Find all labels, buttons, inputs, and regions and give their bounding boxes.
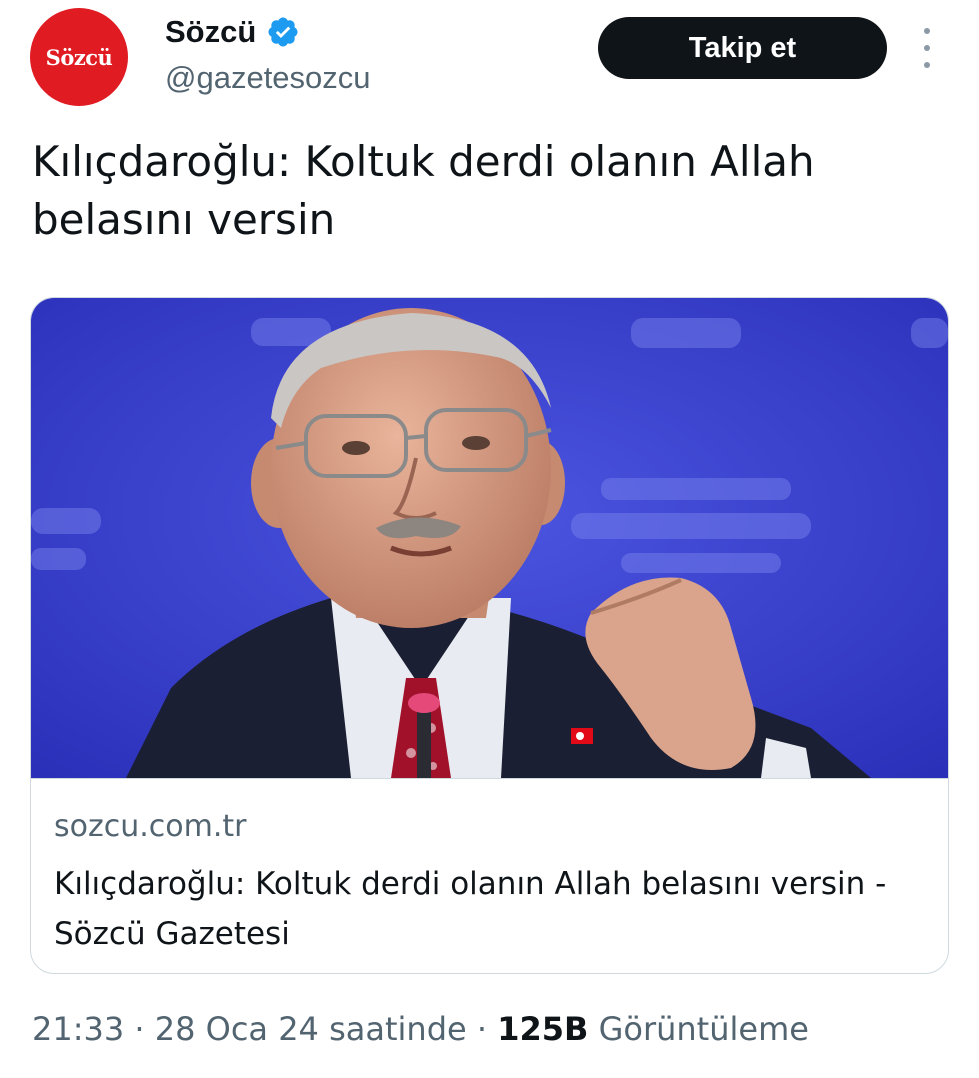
tweet-meta: 21:33 · 28 Oca 24 saatinde · 125B Görünt… (32, 1010, 809, 1048)
sozcu-logo: Sözcü (45, 44, 113, 70)
views-label: Görüntüleme (588, 1010, 809, 1048)
dot (924, 62, 930, 68)
views-count[interactable]: 125B (497, 1010, 588, 1048)
meta-separator: · (466, 1010, 498, 1048)
display-name[interactable]: Sözcü (165, 14, 256, 50)
card-title: Kılıçdaroğlu: Koltuk derdi olanın Allah … (54, 866, 887, 952)
dot (924, 45, 930, 51)
verified-badge-icon (268, 17, 298, 47)
card-body[interactable]: sozcu.com.tr Kılıçdaroğlu: Koltuk derdi … (31, 778, 948, 973)
card-domain: sozcu.com.tr (54, 809, 247, 844)
more-vertical-icon[interactable] (915, 28, 939, 68)
avatar[interactable]: Sözcü (30, 8, 128, 106)
news-photo (31, 298, 948, 778)
tweet-text: Kılıçdaroğlu: Koltuk derdi olanın Allah … (32, 137, 815, 244)
card-image[interactable] (31, 298, 948, 778)
tweet-date[interactable]: 28 Oca 24 saatinde (155, 1010, 467, 1048)
author-name-row: Sözcü (165, 12, 300, 52)
meta-separator: · (124, 1010, 155, 1048)
tweet-time[interactable]: 21:33 (32, 1010, 124, 1048)
follow-button[interactable]: Takip et (598, 17, 887, 79)
link-card[interactable]: sozcu.com.tr Kılıçdaroğlu: Koltuk derdi … (30, 297, 949, 974)
user-handle[interactable]: @gazetesozcu (165, 60, 371, 96)
dot (924, 28, 930, 34)
tweet: Sözcü Sözcü @gazetesozcu Takip et Kılıçd… (0, 0, 979, 1078)
